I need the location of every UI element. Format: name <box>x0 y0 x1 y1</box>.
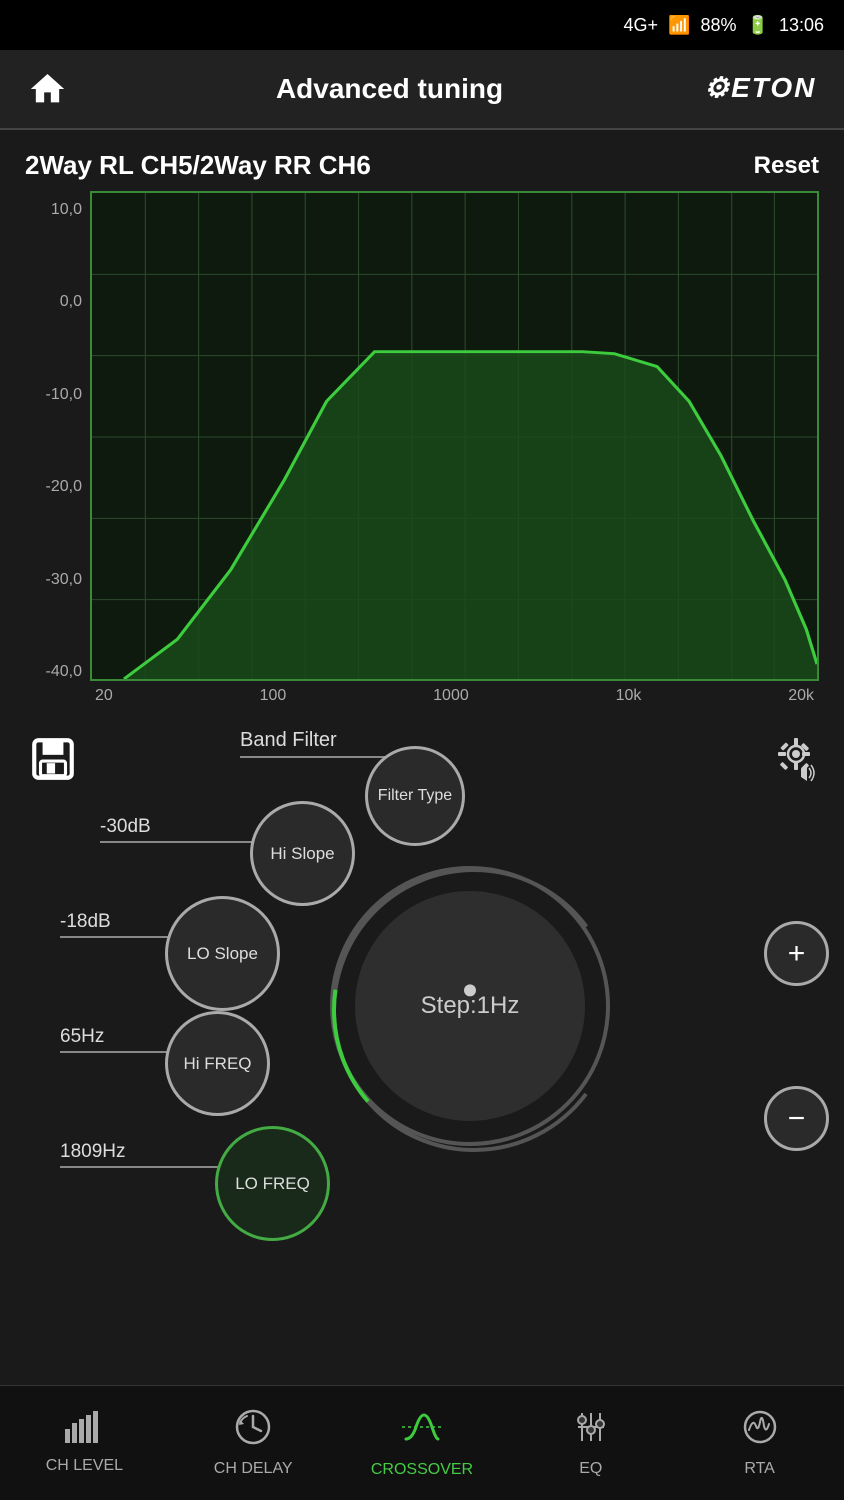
bottom-navigation: CH LEVEL CH DELAY CROSSOVER <box>0 1385 844 1500</box>
battery-level: 88% <box>701 15 737 36</box>
x-label-1: 100 <box>260 687 287 705</box>
chart-x-axis: 20 100 1000 10k 20k <box>90 681 819 711</box>
rta-label: RTA <box>744 1460 775 1478</box>
step-knob-dot <box>464 984 476 996</box>
reset-button[interactable]: Reset <box>754 152 819 180</box>
crossover-label: CROSSOVER <box>371 1461 473 1479</box>
plus-icon: + <box>788 937 806 971</box>
eq-label: EQ <box>579 1460 602 1478</box>
x-label-2: 1000 <box>433 687 469 705</box>
step-knob-container[interactable]: Step:1Hz <box>330 866 610 1146</box>
filter-type-knob[interactable]: Filter Type <box>365 746 465 846</box>
y-label-0: 10,0 <box>25 201 90 219</box>
nav-ch-level[interactable]: CH LEVEL <box>0 1411 169 1475</box>
signal-bars: 📶 <box>668 15 690 36</box>
lo-slope-label: LO Slope <box>187 944 258 964</box>
lo-slope-value: -18dB <box>60 911 111 933</box>
signal-indicator: 4G+ <box>624 15 659 36</box>
plus-button[interactable]: + <box>764 921 829 986</box>
brand-logo: ⚙ETON <box>704 65 824 113</box>
x-label-0: 20 <box>95 687 113 705</box>
x-label-3: 10k <box>616 687 642 705</box>
ch-delay-icon <box>234 1408 272 1454</box>
y-label-1: 0,0 <box>25 293 90 311</box>
nav-ch-delay[interactable]: CH DELAY <box>169 1408 338 1478</box>
frequency-chart: 10,0 0,0 -10,0 -20,0 -30,0 -40,0 <box>25 191 819 711</box>
y-label-3: -20,0 <box>25 478 90 496</box>
nav-eq[interactable]: EQ <box>506 1408 675 1478</box>
lo-freq-knob[interactable]: LO FREQ <box>215 1126 330 1241</box>
y-label-2: -10,0 <box>25 386 90 404</box>
battery-icon: 🔋 <box>747 15 769 36</box>
hi-slope-value: -30dB <box>100 816 151 838</box>
channel-title: 2Way RL CH5/2Way RR CH6 <box>25 150 371 181</box>
header: Advanced tuning ⚙ETON <box>0 50 844 130</box>
hi-freq-label: Hi FREQ <box>184 1054 252 1074</box>
y-label-5: -40,0 <box>25 663 90 681</box>
x-label-4: 20k <box>788 687 814 705</box>
ch-level-icon <box>65 1411 103 1451</box>
step-knob-outer[interactable]: Step:1Hz <box>330 866 610 1146</box>
chart-area <box>90 191 819 681</box>
band-filter-line <box>240 756 390 758</box>
minus-button[interactable]: − <box>764 1086 829 1151</box>
y-label-4: -30,0 <box>25 571 90 589</box>
hi-slope-line <box>100 841 270 843</box>
minus-icon: − <box>788 1102 806 1136</box>
controls-panel: Band Filter Filter Type -30dB Hi Slope -… <box>0 711 844 1211</box>
nav-crossover[interactable]: CROSSOVER <box>338 1407 507 1479</box>
lo-slope-knob[interactable]: LO Slope <box>165 896 280 1011</box>
channel-header: 2Way RL CH5/2Way RR CH6 Reset <box>0 130 844 191</box>
home-button[interactable] <box>20 62 75 117</box>
save-button[interactable] <box>20 726 85 791</box>
page-title: Advanced tuning <box>75 73 704 105</box>
hi-slope-label: Hi Slope <box>270 844 334 864</box>
hi-freq-value: 65Hz <box>60 1026 104 1048</box>
chart-y-axis: 10,0 0,0 -10,0 -20,0 -30,0 -40,0 <box>25 191 90 711</box>
nav-rta[interactable]: RTA <box>675 1408 844 1478</box>
rta-icon <box>741 1408 779 1454</box>
band-filter-label: Band Filter <box>240 729 337 752</box>
step-knob-inner[interactable]: Step:1Hz <box>355 891 585 1121</box>
svg-text:⚙ETON: ⚙ETON <box>704 72 816 103</box>
crossover-icon <box>402 1407 442 1455</box>
ch-level-label: CH LEVEL <box>46 1457 123 1475</box>
lo-freq-value: 1809Hz <box>60 1141 126 1163</box>
time-display: 13:06 <box>779 15 824 36</box>
lo-freq-label: LO FREQ <box>235 1174 310 1194</box>
hi-freq-knob[interactable]: Hi FREQ <box>165 1011 270 1116</box>
filter-type-label: Filter Type <box>378 787 452 805</box>
settings-button[interactable] <box>764 726 829 791</box>
eq-icon <box>572 1408 610 1454</box>
status-bar: 4G+ 📶 88% 🔋 13:06 <box>0 0 844 50</box>
ch-delay-label: CH DELAY <box>214 1460 293 1478</box>
